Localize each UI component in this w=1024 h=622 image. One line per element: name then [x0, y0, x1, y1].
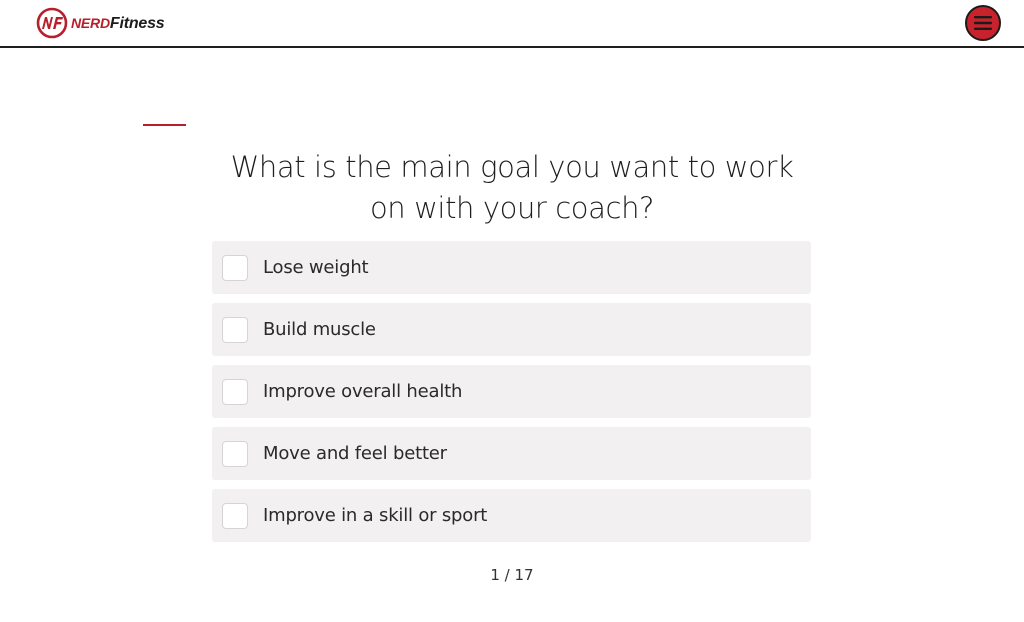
nerdfitness-logo-mark-icon: [36, 7, 68, 39]
hamburger-icon: [974, 16, 992, 30]
section-accent-line: [143, 124, 186, 126]
option-label: Move and feel better: [263, 443, 447, 464]
option-move-and-feel-better[interactable]: Move and feel better: [212, 427, 811, 480]
logo-fitness-text: Fitness: [109, 14, 165, 32]
checkbox[interactable]: [222, 316, 248, 343]
checkbox[interactable]: [222, 502, 248, 529]
logo-nerd-text: NERD: [71, 14, 110, 31]
nerdfitness-logo[interactable]: NERDFitness: [36, 7, 165, 39]
answer-options: Lose weight Build muscle Improve overall…: [212, 241, 811, 551]
progress-indicator: 1 / 17: [490, 566, 534, 584]
option-label: Improve overall health: [263, 381, 463, 402]
checkbox[interactable]: [222, 254, 248, 281]
option-label: Lose weight: [263, 257, 369, 278]
checkbox[interactable]: [222, 378, 248, 405]
option-improve-skill-or-sport[interactable]: Improve in a skill or sport: [212, 489, 811, 542]
option-lose-weight[interactable]: Lose weight: [212, 241, 811, 294]
option-build-muscle[interactable]: Build muscle: [212, 303, 811, 356]
checkbox[interactable]: [222, 440, 248, 467]
menu-button[interactable]: [965, 5, 1001, 41]
option-improve-overall-health[interactable]: Improve overall health: [212, 365, 811, 418]
site-header: NERDFitness: [0, 0, 1024, 48]
option-label: Improve in a skill or sport: [263, 505, 488, 526]
question-heading: What is the main goal you want to work o…: [230, 150, 794, 225]
logo-wordmark: NERDFitness: [71, 14, 165, 32]
option-label: Build muscle: [263, 319, 376, 340]
